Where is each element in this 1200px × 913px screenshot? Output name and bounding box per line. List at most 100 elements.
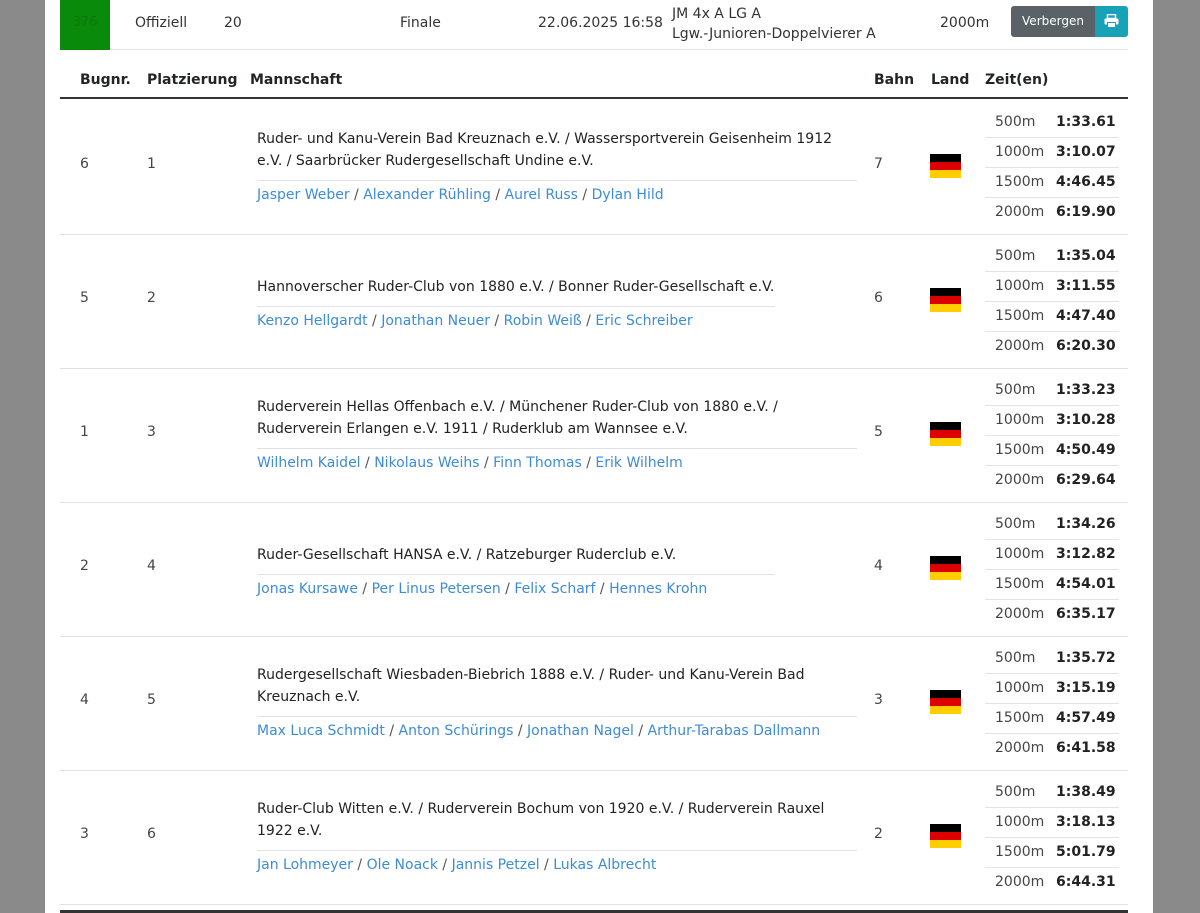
col-country[interactable]: Land: [931, 72, 969, 88]
split-time-row: 500m 1:35.04: [985, 242, 1119, 272]
club-line-text: e.V. / Saarbrücker Rudergesellschaft Und…: [257, 153, 594, 169]
split-distance: 2000m: [995, 740, 1045, 756]
split-time-row: 500m 1:38.49: [985, 778, 1119, 808]
col-place[interactable]: Platzierung: [147, 72, 238, 88]
split-distance: 2000m: [995, 606, 1045, 622]
split-distance: 1000m: [995, 278, 1045, 294]
crew-member-link[interactable]: Max Luca Schmidt: [257, 723, 385, 739]
crew-member-link[interactable]: Hennes Krohn: [609, 581, 707, 597]
split-distance: 1500m: [995, 174, 1045, 190]
col-lane[interactable]: Bahn: [874, 72, 914, 88]
crew-member-link[interactable]: Alexander Rühling: [363, 187, 491, 203]
split-time-row: 1500m 4:54.01: [985, 570, 1119, 600]
split-times: 500m 1:34.26 1000m 3:12.82 1500m 4:54.01 2000m…: [985, 510, 1119, 630]
crew-separator: /: [490, 187, 505, 203]
crew-member-link[interactable]: Jan Lohmeyer: [257, 857, 353, 873]
bow-number: 1: [80, 424, 89, 440]
table-row: 6 1 Ruder- und Kanu-Verein Bad Kreuznach e…: [60, 100, 1128, 235]
col-bow[interactable]: Bugnr.: [80, 72, 131, 88]
crew-member-link[interactable]: Felix Scharf: [514, 581, 595, 597]
split-time: 6:29.64: [1056, 472, 1116, 488]
crew-member-link[interactable]: Jasper Weber: [257, 187, 350, 203]
split-distance: 1500m: [995, 442, 1045, 458]
split-time-row: 2000m 6:19.90: [985, 198, 1119, 228]
crew-separator: /: [360, 455, 375, 471]
crew-member-link[interactable]: Wilhelm Kaidel: [257, 455, 361, 471]
placement: 4: [147, 558, 156, 574]
crew-member-link[interactable]: Anton Schürings: [399, 723, 514, 739]
lane-number: 7: [874, 156, 883, 172]
split-distance: 500m: [995, 382, 1036, 398]
crew-member-link[interactable]: Per Linus Petersen: [372, 581, 501, 597]
table-row: 2 4 Ruder-Gesellschaft HANSA e.V. / Ratzeb…: [60, 502, 1128, 637]
split-time-row: 2000m 6:20.30: [985, 332, 1119, 362]
crew-member-link[interactable]: Eric Schreiber: [595, 313, 692, 329]
lane-number: 2: [874, 826, 883, 842]
crew-member-link[interactable]: Aurel Russ: [505, 187, 578, 203]
germany-flag-icon: [930, 690, 961, 714]
crew-separator: /: [489, 313, 504, 329]
split-time-row: 500m 1:35.72: [985, 644, 1119, 674]
club-divider: [257, 850, 857, 851]
crew-member-link[interactable]: Kenzo Hellgardt: [257, 313, 368, 329]
split-distance: 1000m: [995, 680, 1045, 696]
crew-separator: /: [349, 187, 364, 203]
germany-flag-icon: [930, 288, 961, 312]
split-distance: 2000m: [995, 874, 1045, 890]
placement: 6: [147, 826, 156, 842]
crew-member-link[interactable]: Finn Thomas: [493, 455, 582, 471]
club-line-text: Ruder-Club Witten e.V. / Ruderverein Boc…: [257, 801, 825, 817]
split-time: 6:35.17: [1056, 606, 1116, 622]
crew-member-link[interactable]: Jonathan Nagel: [527, 723, 634, 739]
split-time: 3:12.82: [1056, 546, 1116, 562]
split-distance: 500m: [995, 114, 1036, 130]
crew-member-link[interactable]: Erik Wilhelm: [595, 455, 682, 471]
split-distance: 1500m: [995, 576, 1045, 592]
crew-separator: /: [633, 723, 648, 739]
split-time: 3:10.28: [1056, 412, 1116, 428]
crew-member-link[interactable]: Jannis Petzel: [452, 857, 540, 873]
crew-member-link[interactable]: Dylan Hild: [592, 187, 664, 203]
split-time: 1:33.61: [1056, 114, 1116, 130]
split-time: 1:33.23: [1056, 382, 1116, 398]
hide-button[interactable]: Verbergen: [1011, 6, 1095, 37]
split-distance: 1000m: [995, 412, 1045, 428]
club-line-text: Hannoverscher Ruder-Club von 1880 e.V. /…: [257, 279, 775, 295]
crew-member-link[interactable]: Robin Weiß: [504, 313, 582, 329]
crew-separator: /: [513, 723, 528, 739]
club-divider: [257, 306, 775, 307]
table-row: 1 3 Ruderverein Hellas Offenbach e.V. / Mü…: [60, 368, 1128, 503]
club-names: Ruder- und Kanu-Verein Bad Kreuznach e.V…: [257, 128, 857, 172]
split-distance: 1000m: [995, 144, 1045, 160]
crew-member-link[interactable]: Ole Noack: [367, 857, 438, 873]
crew-member-link[interactable]: Nikolaus Weihs: [374, 455, 479, 471]
table-row: 3 6 Ruder-Club Witten e.V. / Ruderverein B…: [60, 770, 1128, 905]
club-divider: [257, 448, 857, 449]
club-names: Ruder-Gesellschaft HANSA e.V. / Ratzebur…: [257, 544, 857, 566]
split-times: 500m 1:35.72 1000m 3:15.19 1500m 4:57.49 2000m…: [985, 644, 1119, 764]
split-time-row: 1500m 5:01.79: [985, 838, 1119, 868]
col-times[interactable]: Zeit(en): [985, 72, 1048, 88]
crew-separator: /: [500, 581, 515, 597]
club-line-text: Ruder- und Kanu-Verein Bad Kreuznach e.V…: [257, 131, 833, 147]
col-crew[interactable]: Mannschaft: [250, 72, 342, 88]
split-time: 6:44.31: [1056, 874, 1116, 890]
lane-number: 5: [874, 424, 883, 440]
split-distance: 1500m: [995, 710, 1045, 726]
split-time: 1:34.26: [1056, 516, 1116, 532]
crew-member-link[interactable]: Jonathan Neuer: [381, 313, 490, 329]
bow-number: 4: [80, 692, 89, 708]
race-count: 20: [224, 15, 242, 31]
print-button[interactable]: [1095, 6, 1128, 37]
crew-member-link[interactable]: Arthur-Tarabas Dallmann: [648, 723, 821, 739]
crew-separator: /: [539, 857, 554, 873]
split-time: 4:50.49: [1056, 442, 1116, 458]
club-line-text: Rudergesellschaft Wiesbaden-Biebrich 188…: [257, 667, 805, 683]
split-distance: 500m: [995, 784, 1036, 800]
crew-member-link[interactable]: Jonas Kursawe: [257, 581, 358, 597]
germany-flag-icon: [930, 556, 961, 580]
split-time-row: 2000m 6:29.64: [985, 466, 1119, 496]
crew-member-link[interactable]: Lukas Albrecht: [553, 857, 656, 873]
split-time: 4:57.49: [1056, 710, 1116, 726]
bow-number: 3: [80, 826, 89, 842]
